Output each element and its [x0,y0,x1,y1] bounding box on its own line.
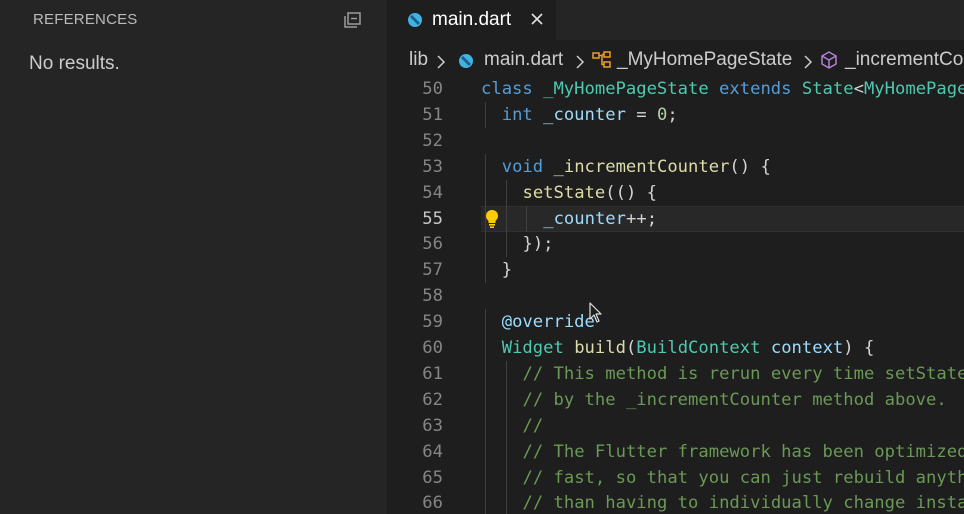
chevron-right-icon [436,53,446,69]
code-line[interactable]: 56}); [387,231,964,258]
tab-main-dart[interactable]: main.dart [387,0,556,40]
references-header: REFERENCES [0,0,387,40]
code-line[interactable]: 55 _counter++; [387,205,964,232]
tab-bar: main.dart [387,0,964,40]
chevron-right-icon [575,53,585,69]
indent-guide [505,360,507,387]
line-number: 57 [422,260,443,281]
code-line[interactable]: 54 setState(() { [387,179,964,206]
code-line[interactable]: 59 @override [387,309,964,336]
code-line[interactable]: 61 // This method is rerun every time set… [387,360,964,387]
line-number: 59 [422,312,443,333]
line-number: 56 [422,234,443,255]
code-text: @override [501,312,595,333]
code-text: } [501,260,513,281]
code-line[interactable]: 66 // than having to individually change … [387,490,964,514]
code-text: // [522,415,544,436]
indent-guide [485,179,486,206]
indent-guide [485,490,486,514]
indent-guide [485,257,486,284]
breadcrumb-file[interactable]: main.dart [484,49,563,71]
references-panel: REFERENCES No results. [0,0,387,514]
code-text: Widget build(BuildContext context) { [501,338,875,358]
breadcrumb: lib main.dart _MyHomePageState _incremen… [387,40,964,76]
indent-guide [505,464,507,491]
code-text: _counter++; [543,208,658,229]
chevron-right-icon [803,53,813,69]
indent-guide [485,153,486,180]
line-number: 58 [422,286,443,307]
dart-file-icon [407,12,423,28]
line-number: 53 [422,156,443,177]
code-line[interactable]: 53 void _incrementCounter() { [387,153,964,180]
code-line[interactable]: 50 class _MyHomePageState extends State<M… [387,76,964,102]
indent-guide [505,179,507,206]
line-number: 51 [422,104,443,125]
code-text: }); [522,234,554,255]
indent-guide [526,205,528,232]
indent-guide [505,231,507,258]
class-symbol-icon [592,51,612,69]
line-number: 60 [422,338,443,358]
line-number: 62 [422,389,443,410]
indent-guide [485,464,486,491]
code-line[interactable]: 65 // fast, so that you can just rebuild … [387,464,964,491]
code-line[interactable]: 58 [387,283,964,309]
indent-guide [485,231,486,258]
code-text: int _counter = 0; [501,104,678,125]
line-number: 61 [422,363,443,384]
breadcrumb-class[interactable]: _MyHomePageState [617,49,792,71]
tab-label: main.dart [432,9,512,30]
indent-guide [505,386,507,413]
indent-guide [505,438,507,465]
code-text: // This method is rerun every time setSt… [522,363,964,384]
collapse-all-icon[interactable] [343,11,363,29]
code-line[interactable]: 52 [387,128,964,154]
line-number: 63 [422,415,443,436]
code-text: // than having to individually change in… [522,493,964,514]
code-line[interactable]: 63 // [387,412,964,439]
indent-guide [485,101,486,128]
breadcrumb-method[interactable]: _incrementCo [845,49,963,71]
line-number: 52 [422,130,443,151]
indent-guide [485,438,486,465]
code-text: // The Flutter framework has been optimi… [522,441,964,462]
code-line[interactable]: 62 // by the _incrementCounter method abo… [387,386,964,413]
code-text: // fast, so that you can just rebuild an… [522,467,964,488]
indent-guide [485,309,486,336]
indent-guide [505,205,507,232]
code-editor[interactable]: 50 class _MyHomePageState extends State<M… [387,76,964,514]
line-number: 64 [422,441,443,462]
dart-file-icon [458,53,474,69]
code-line[interactable]: 51 int _counter = 0; [387,101,964,128]
code-text: setState(() { [522,182,658,203]
indent-guide [485,360,486,387]
indent-guide [505,412,507,439]
code-text: class _MyHomePageState extends State<MyH… [481,79,964,99]
indent-guide [485,335,486,361]
code-line[interactable]: 57} [387,257,964,284]
code-text: void _incrementCounter() { [501,156,771,177]
references-title: REFERENCES [33,11,138,28]
line-number: 65 [422,467,443,488]
breadcrumb-folder[interactable]: lib [409,49,428,71]
indent-guide [485,386,486,413]
lightbulb-icon[interactable] [485,209,499,229]
no-results-message: No results. [29,53,120,74]
mouse-cursor-icon [589,302,603,324]
indent-guide [505,490,507,514]
line-number: 50 [422,79,443,99]
line-number: 54 [422,182,443,203]
indent-guide [485,412,486,439]
editor-group: main.dart lib main.dart _MyHomePageState… [387,0,964,514]
line-number: 66 [422,493,443,514]
code-line[interactable]: 64 // The Flutter framework has been opti… [387,438,964,465]
code-line[interactable]: 60 Widget build(BuildContext context) { [387,335,964,361]
line-number: 55 [422,208,443,229]
method-symbol-icon [820,51,838,69]
close-icon[interactable] [528,10,546,28]
code-text: // by the _incrementCounter method above… [522,389,947,410]
